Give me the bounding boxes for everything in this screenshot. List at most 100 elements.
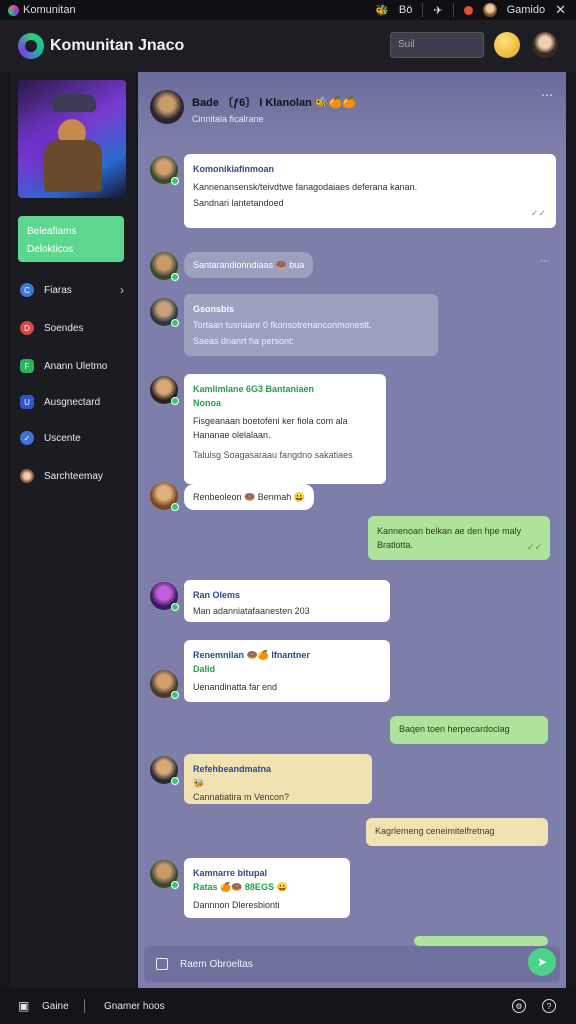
- app-title: Komunitan: [8, 4, 76, 16]
- message-author: Gsonsbis: [193, 304, 235, 314]
- outgoing-message-bubble: Kannenoan belkan ae den hpe maly Bratlot…: [368, 516, 550, 560]
- user-mini-avatar[interactable]: [482, 3, 497, 17]
- footer-game-link[interactable]: Gaine: [42, 1001, 69, 1012]
- avatar[interactable]: [150, 756, 179, 785]
- close-icon[interactable]: ✕: [555, 2, 566, 18]
- message-author: Komonikiafinmoan: [193, 164, 275, 174]
- character-body: [44, 140, 102, 192]
- online-indicator: [171, 603, 179, 611]
- reaction-pill[interactable]: Renbeoleon 🍩 Benmah 😀: [184, 484, 314, 510]
- online-indicator: [171, 777, 179, 785]
- chat-panel: Bade 〔ƒ6〕 l Klanolan 🐝🍊🍊 Cinnitala fical…: [138, 72, 566, 988]
- message-text: Kannenoan belkan ae den hpe maly Bratlot…: [377, 526, 522, 550]
- character-hat: [52, 94, 96, 112]
- chat-header: Bade 〔ƒ6〕 l Klanolan 🐝🍊🍊 Cinnitala fical…: [138, 72, 566, 144]
- sidebar-item-anann[interactable]: F Anann Uletmo: [20, 356, 128, 376]
- message-bubble: Kamlimlane 6G3 Bantaniaen Nonoa Fisgeana…: [184, 374, 386, 484]
- title-bar: Komunitan 🐝 Bö ✈ Gamido ✕: [0, 0, 576, 20]
- sidebar-item-label: Anann Uletmo: [44, 360, 108, 372]
- online-indicator: [171, 691, 179, 699]
- message-bubble: Gsonsbis Tortaan tusnaanr 0 fkonsotrenan…: [184, 294, 438, 356]
- avatar[interactable]: [150, 298, 179, 327]
- read-receipt-icon: ✓✓: [526, 542, 542, 552]
- avatar[interactable]: [150, 482, 179, 511]
- more-options-icon[interactable]: ⋯: [541, 88, 553, 102]
- message-bubble: Komonikiafinmoan Kannenansensk/teivdtwe …: [184, 154, 556, 228]
- message-text: Cannatiatira m Vencon?: [193, 792, 290, 802]
- title-item-2[interactable]: Gamido: [507, 4, 546, 16]
- outgoing-message-bubble: [414, 936, 548, 946]
- cta-button[interactable]: Beleafiams Delokticos: [18, 216, 124, 262]
- sidebar-item-label: Sarchteemay: [44, 470, 103, 482]
- circle-badge-icon: ✓: [20, 431, 34, 445]
- send-button[interactable]: ➤: [528, 948, 556, 976]
- app-name: Komunitan: [23, 4, 76, 16]
- cta-line1: Beleafiams: [27, 226, 77, 237]
- more-options-icon[interactable]: ⋯: [540, 256, 550, 267]
- app-logo-icon: [8, 4, 19, 16]
- attachment-icon[interactable]: [156, 958, 168, 970]
- avatar[interactable]: [150, 860, 179, 889]
- divider: [84, 999, 85, 1013]
- footer-link[interactable]: Gnamer hoos: [104, 1001, 165, 1012]
- avatar[interactable]: [150, 252, 179, 281]
- outgoing-message-bubble: Baqen toen herpecardoclag: [390, 716, 548, 744]
- avatar[interactable]: [150, 670, 179, 699]
- avatar[interactable]: [150, 156, 179, 185]
- avatar[interactable]: [150, 582, 179, 611]
- message-author-tag: 🐝: [193, 778, 205, 788]
- message-bubble: Refehbeandmatna 🐝 Cannatiatira m Vencon?: [184, 754, 372, 804]
- message-author: Ran Olems: [193, 590, 241, 600]
- sidebar-item-label: Fiaras: [44, 284, 72, 296]
- read-receipt-icon: ✓✓: [530, 208, 546, 218]
- notification-icon[interactable]: [463, 5, 473, 15]
- message-composer[interactable]: Raem Obroeltas: [144, 946, 560, 982]
- reaction-pill[interactable]: Santarandionndiaas 🍩 bua: [184, 252, 314, 278]
- channel-title: Bade 〔ƒ6〕 l Klanolan 🐝🍊🍊: [192, 97, 356, 109]
- message-meta: Taluisg Soagasaraau fangdno sakatiaes: [193, 450, 353, 460]
- help-icon[interactable]: ?: [542, 999, 556, 1013]
- cta-line2: Delokticos: [27, 244, 74, 255]
- circle-u-icon: U: [20, 395, 34, 409]
- message-meta: Sandnari lantetandoed: [193, 198, 284, 208]
- message-author: Renemnilan 🍩🍊 Ifnantner: [193, 650, 310, 660]
- message-author-tag: Nonoa: [193, 398, 221, 408]
- outgoing-message-bubble: Kagrlemeng ceneimitelfretnag: [366, 818, 548, 846]
- user-avatar[interactable]: [532, 32, 558, 58]
- bee-icon[interactable]: 🐝: [375, 4, 389, 17]
- composer-placeholder: Raem Obroeltas: [180, 958, 253, 970]
- gamepad-icon[interactable]: ▣: [18, 999, 29, 1013]
- square-f-icon: F: [20, 359, 34, 373]
- divider: [452, 3, 454, 17]
- pin-icon[interactable]: ✈: [433, 4, 442, 17]
- message-bubble: Renemnilan 🍩🍊 Ifnantner Dalid Uenandinat…: [184, 640, 390, 702]
- sidebar-item-label: Soendes: [44, 322, 84, 334]
- sidebar-item-ausgnectard[interactable]: U Ausgnectard: [20, 392, 128, 412]
- message-text: Kagrlemeng ceneimitelfretnag: [375, 826, 495, 836]
- message-author-tag: Ratas 🍊🍩 88EGS 😀: [193, 882, 288, 892]
- sidebar-item-sarchteemay[interactable]: Sarchteemay: [20, 466, 128, 486]
- sidebar-item-soendes[interactable]: D Soendes: [20, 318, 128, 338]
- app-header: Komunitan Jnaco Suil: [0, 20, 576, 72]
- message-text: Tortaan tusnaanr 0 fkonsotrenanconmonest…: [193, 320, 372, 330]
- avatar[interactable]: [150, 376, 179, 405]
- message-meta: Saeas drianrt ha persont:: [193, 336, 295, 346]
- message-author-tag: Dalid: [193, 664, 216, 674]
- online-indicator: [171, 273, 179, 281]
- sidebar: Beleafiams Delokticos C Fiaras › D Soend…: [10, 72, 136, 988]
- settings-icon[interactable]: ⚙: [512, 999, 526, 1013]
- channel-avatar[interactable]: [150, 90, 184, 124]
- game-cover-image[interactable]: [18, 80, 126, 198]
- channel-subtitle: Cinnitala ficalrane: [192, 114, 264, 124]
- message-bubble: Ran Olems Man adanniatafaanesten 203: [184, 580, 390, 622]
- message-text: Uenandinatta far end: [193, 682, 278, 692]
- search-input[interactable]: Suil: [390, 32, 484, 58]
- sidebar-item-uscente[interactable]: ✓ Uscente: [20, 428, 128, 448]
- sidebar-item-fiaras[interactable]: C Fiaras ›: [20, 280, 128, 300]
- message-text: Kannenansensk/teivdtwe fanagodaiaes defe…: [193, 182, 418, 192]
- message-text: Dannnon Dleresbionti: [193, 900, 280, 910]
- online-indicator: [171, 503, 179, 511]
- online-indicator: [171, 397, 179, 405]
- title-item-1[interactable]: Bö: [399, 4, 412, 16]
- coin-icon[interactable]: [494, 32, 520, 58]
